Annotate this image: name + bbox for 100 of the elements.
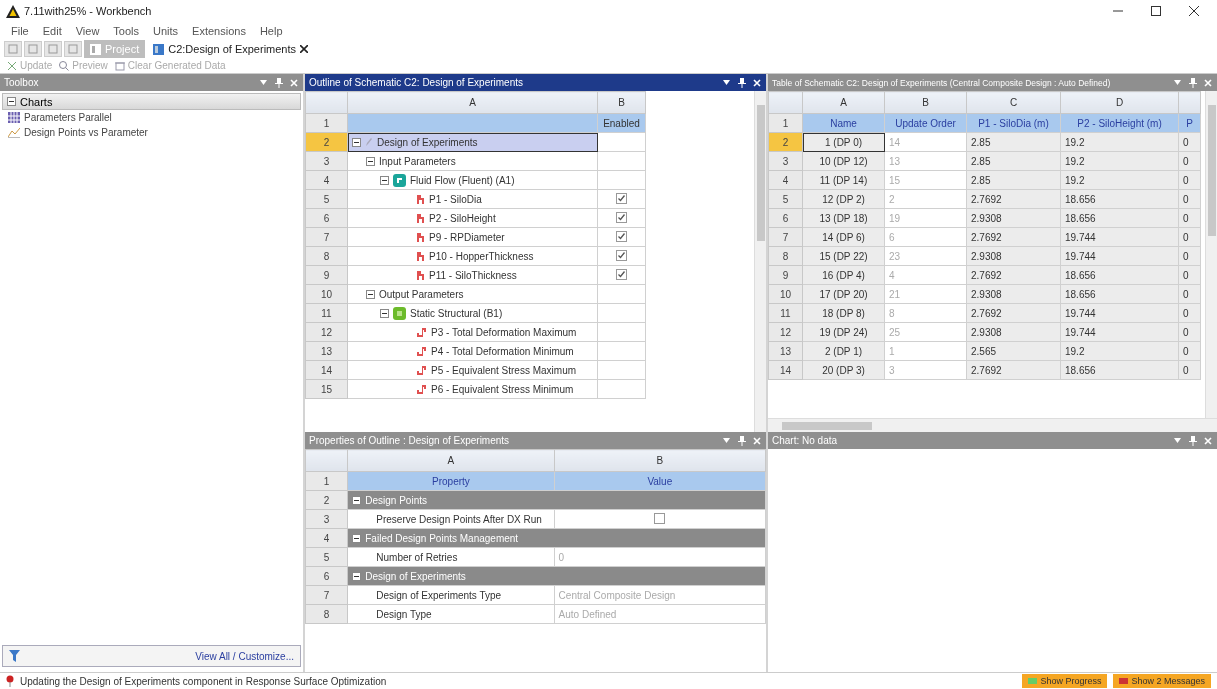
column-header: A	[802, 91, 885, 114]
update-icon	[6, 59, 18, 72]
parameter-icon	[416, 326, 427, 338]
tree-label: P6 - Equivalent Stress Minimum	[431, 383, 574, 395]
parameter-icon	[416, 231, 425, 243]
search-icon	[58, 59, 71, 72]
section-title: Design of Experiments	[365, 570, 466, 582]
parameter-icon	[416, 383, 427, 395]
collapse-icon[interactable]	[352, 571, 362, 581]
tab-icon	[90, 43, 101, 55]
tree-label: P4 - Total Deformation Minimum	[431, 345, 574, 357]
panel-title: Table of Schematic C2: Design of Experiments (Central Composite Design : Auto Defined)	[772, 77, 1112, 88]
collapse-icon[interactable]	[366, 289, 375, 299]
tree-label: Design of Experiments	[377, 136, 478, 148]
tree-label: Output Parameters	[379, 288, 464, 300]
menu-item[interactable]: Units	[148, 25, 184, 37]
checkbox[interactable]	[616, 230, 627, 242]
collapse-icon[interactable]	[380, 175, 389, 185]
toolbox-item[interactable]: Parameters Parallel	[2, 110, 301, 125]
tree-label: P11 - SiloThickness	[429, 269, 517, 281]
checkbox[interactable]	[654, 512, 666, 524]
column-header: B	[884, 91, 967, 114]
tree-label: P2 - SiloHeight	[429, 212, 496, 224]
app-logo-icon	[6, 4, 20, 18]
section-title: Design Points	[365, 494, 427, 506]
scrollbar[interactable]	[754, 91, 766, 432]
progress-button[interactable]: Show Progress	[1022, 674, 1108, 688]
system-icon	[393, 306, 406, 320]
parameter-icon	[416, 193, 425, 205]
group-header[interactable]: Charts	[2, 93, 301, 110]
menu-item[interactable]: View	[70, 25, 105, 37]
status-message: Updating the Design of Experiments component in Response Surface Optimization	[20, 675, 388, 687]
row-number: 7	[305, 585, 348, 605]
parameter-icon	[416, 345, 427, 357]
checkbox[interactable]	[616, 249, 627, 261]
collapse-icon[interactable]	[366, 156, 375, 166]
filter-icon[interactable]	[9, 650, 20, 662]
tree-label: P10 - HopperThickness	[429, 250, 534, 262]
parameter-icon	[416, 269, 425, 281]
checkbox[interactable]	[616, 192, 627, 204]
collapse-icon[interactable]	[352, 533, 362, 543]
message-icon	[1119, 678, 1129, 684]
row-number: 5	[305, 547, 348, 567]
column-header: D	[1060, 91, 1179, 114]
parallel-chart-icon	[8, 112, 20, 123]
panel-title: Chart: No data	[772, 435, 839, 446]
panel-title: Properties of Outline : Design of Experiments	[309, 435, 511, 446]
checkbox[interactable]	[616, 211, 627, 223]
tree-label: Fluid Flow (Fluent) (A1)	[410, 174, 515, 186]
menu-item[interactable]: File	[6, 25, 34, 37]
tree-label: Input Parameters	[379, 155, 456, 167]
customize-link[interactable]: View All / Customize...	[195, 650, 294, 662]
maximize-icon	[1151, 6, 1161, 16]
tree-label: P5 - Equivalent Stress Maximum	[431, 364, 577, 376]
menu-item[interactable]: Edit	[37, 25, 67, 37]
column-header: A	[347, 449, 555, 472]
collapse-icon[interactable]	[352, 137, 361, 147]
progress-icon	[1028, 678, 1038, 684]
menu-item[interactable]: Help	[254, 25, 288, 37]
tree-label: P3 - Total Deformation Maximum	[431, 326, 577, 338]
pencil-icon	[365, 137, 373, 147]
row-number: 6	[305, 566, 348, 586]
dropdown-icon[interactable]	[721, 77, 732, 88]
menu-item[interactable]: Extensions	[187, 25, 251, 37]
parameter-icon	[416, 364, 427, 376]
line-chart-icon	[8, 127, 20, 138]
column-header: A	[347, 91, 598, 114]
tree-label: Static Structural (B1)	[410, 307, 503, 319]
pin-icon[interactable]	[736, 77, 747, 88]
row-number: 3	[305, 509, 348, 529]
row-number: 2	[305, 490, 348, 510]
checkbox[interactable]	[616, 268, 627, 280]
tree-label: P1 - SiloDia	[429, 193, 482, 205]
pin-icon	[6, 675, 14, 687]
parameter-icon	[416, 250, 425, 262]
close-icon	[1189, 6, 1199, 16]
system-icon	[393, 173, 406, 187]
row-number: 8	[305, 604, 348, 624]
clear-icon	[113, 59, 126, 72]
tree-label: P9 - RPDiameter	[429, 231, 505, 243]
column-header: B	[597, 91, 646, 114]
column-header: C	[966, 91, 1061, 114]
scrollbar[interactable]	[1205, 91, 1217, 418]
panel-title: Toolbox	[4, 77, 40, 88]
row-number: 1	[305, 471, 348, 491]
tab-icon	[153, 43, 165, 55]
parameter-icon	[416, 212, 425, 224]
menu-item[interactable]: Tools	[108, 25, 145, 37]
scrollbar[interactable]	[768, 418, 1217, 432]
messages-button[interactable]: Show 2 Messages	[1113, 674, 1211, 688]
window-title: 7.11with25% - Workbench	[24, 5, 153, 17]
panel-title: Outline of Schematic C2: Design of Experiments	[309, 77, 524, 88]
section-title: Failed Design Points Management	[365, 532, 519, 544]
collapse-icon[interactable]	[352, 495, 362, 505]
collapse-icon[interactable]	[380, 308, 389, 318]
collapse-icon[interactable]	[7, 97, 16, 106]
close-icon[interactable]	[300, 45, 309, 53]
column-header: B	[554, 449, 766, 472]
row-number: 4	[305, 528, 348, 548]
toolbox-item[interactable]: Design Points vs Parameter	[2, 125, 301, 140]
